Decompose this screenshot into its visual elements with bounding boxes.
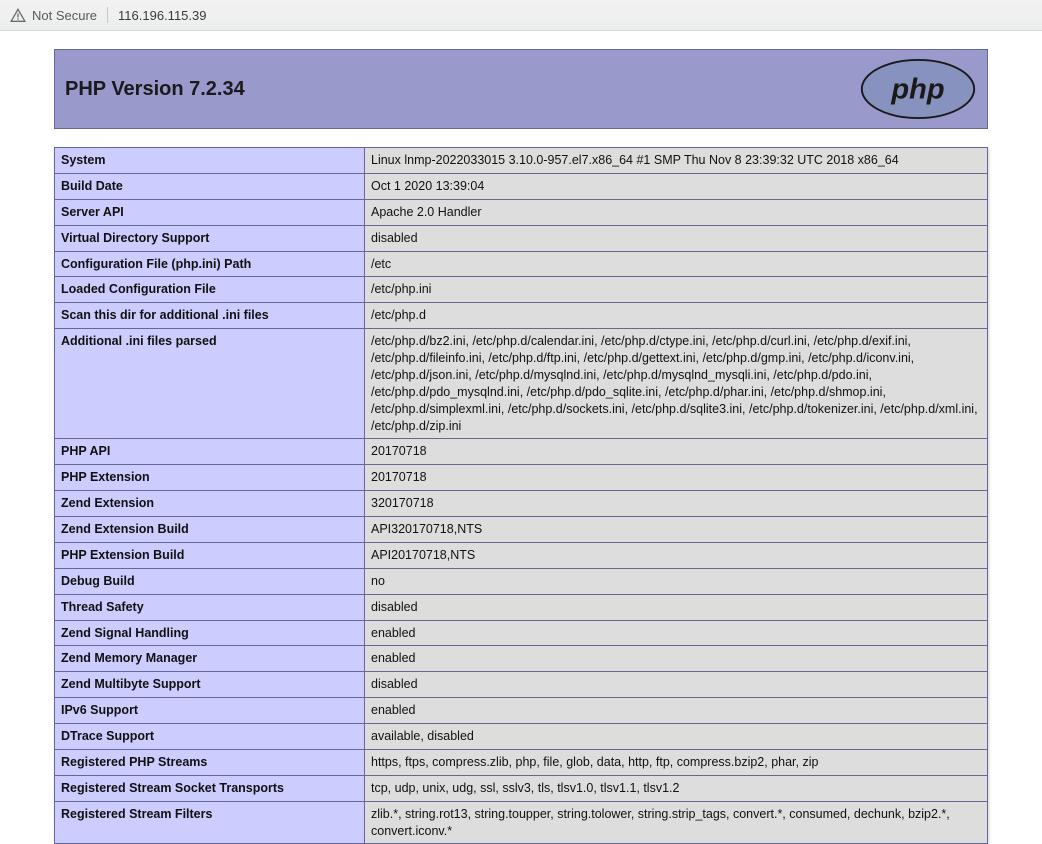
- info-value: /etc/php.ini: [365, 277, 988, 303]
- info-key: Zend Multibyte Support: [55, 672, 365, 698]
- info-key: Virtual Directory Support: [55, 225, 365, 251]
- table-row: PHP API20170718: [55, 439, 988, 465]
- info-key: PHP Extension Build: [55, 542, 365, 568]
- phpinfo-page: PHP Version 7.2.34 php SystemLinux lnmp-…: [54, 49, 988, 844]
- info-value: API20170718,NTS: [365, 542, 988, 568]
- browser-address-bar[interactable]: Not Secure 116.196.115.39: [0, 0, 1042, 31]
- info-key: Registered Stream Filters: [55, 801, 365, 844]
- info-value: zlib.*, string.rot13, string.toupper, st…: [365, 801, 988, 844]
- info-value: available, disabled: [365, 724, 988, 750]
- info-value: no: [365, 568, 988, 594]
- info-value: Oct 1 2020 13:39:04: [365, 173, 988, 199]
- info-key: Additional .ini files parsed: [55, 329, 365, 439]
- info-value: enabled: [365, 620, 988, 646]
- info-value: enabled: [365, 698, 988, 724]
- phpinfo-header: PHP Version 7.2.34 php: [54, 49, 988, 129]
- info-value: 20170718: [365, 465, 988, 491]
- info-value: enabled: [365, 646, 988, 672]
- table-row: Registered Stream Socket Transportstcp, …: [55, 775, 988, 801]
- info-value: disabled: [365, 594, 988, 620]
- info-key: Debug Build: [55, 568, 365, 594]
- security-label: Not Secure: [32, 8, 97, 23]
- info-key: System: [55, 148, 365, 174]
- info-key: Zend Extension: [55, 491, 365, 517]
- info-key: Zend Signal Handling: [55, 620, 365, 646]
- info-key: IPv6 Support: [55, 698, 365, 724]
- info-value: disabled: [365, 225, 988, 251]
- warning-icon: [10, 8, 26, 22]
- table-row: PHP Extension20170718: [55, 465, 988, 491]
- table-row: Build DateOct 1 2020 13:39:04: [55, 173, 988, 199]
- info-value: 20170718: [365, 439, 988, 465]
- info-key: Zend Extension Build: [55, 517, 365, 543]
- info-value: https, ftps, compress.zlib, php, file, g…: [365, 749, 988, 775]
- info-value: disabled: [365, 672, 988, 698]
- info-value: /etc/php.d/bz2.ini, /etc/php.d/calendar.…: [365, 329, 988, 439]
- info-value: 320170718: [365, 491, 988, 517]
- table-row: Loaded Configuration File/etc/php.ini: [55, 277, 988, 303]
- info-key: Server API: [55, 199, 365, 225]
- info-key: Configuration File (php.ini) Path: [55, 251, 365, 277]
- table-row: Zend Signal Handlingenabled: [55, 620, 988, 646]
- table-row: SystemLinux lnmp-2022033015 3.10.0-957.e…: [55, 148, 988, 174]
- table-row: Zend Multibyte Supportdisabled: [55, 672, 988, 698]
- table-row: Configuration File (php.ini) Path/etc: [55, 251, 988, 277]
- info-key: Scan this dir for additional .ini files: [55, 303, 365, 329]
- info-key: Thread Safety: [55, 594, 365, 620]
- table-row: DTrace Supportavailable, disabled: [55, 724, 988, 750]
- table-row: IPv6 Supportenabled: [55, 698, 988, 724]
- info-value: Apache 2.0 Handler: [365, 199, 988, 225]
- svg-text:php: php: [890, 74, 944, 106]
- info-key: PHP API: [55, 439, 365, 465]
- table-row: Server APIApache 2.0 Handler: [55, 199, 988, 225]
- table-row: Additional .ini files parsed/etc/php.d/b…: [55, 329, 988, 439]
- table-row: Zend Extension BuildAPI320170718,NTS: [55, 517, 988, 543]
- table-row: PHP Extension BuildAPI20170718,NTS: [55, 542, 988, 568]
- table-row: Virtual Directory Supportdisabled: [55, 225, 988, 251]
- table-row: Debug Buildno: [55, 568, 988, 594]
- table-row: Zend Memory Managerenabled: [55, 646, 988, 672]
- info-key: Build Date: [55, 173, 365, 199]
- info-value: /etc/php.d: [365, 303, 988, 329]
- info-value: Linux lnmp-2022033015 3.10.0-957.el7.x86…: [365, 148, 988, 174]
- table-row: Zend Extension320170718: [55, 491, 988, 517]
- table-row: Registered Stream Filterszlib.*, string.…: [55, 801, 988, 844]
- info-key: Zend Memory Manager: [55, 646, 365, 672]
- info-key: Loaded Configuration File: [55, 277, 365, 303]
- phpinfo-table: SystemLinux lnmp-2022033015 3.10.0-957.e…: [54, 147, 988, 844]
- info-key: Registered PHP Streams: [55, 749, 365, 775]
- table-row: Registered PHP Streamshttps, ftps, compr…: [55, 749, 988, 775]
- table-row: Thread Safetydisabled: [55, 594, 988, 620]
- info-key: Registered Stream Socket Transports: [55, 775, 365, 801]
- info-value: API320170718,NTS: [365, 517, 988, 543]
- page-title: PHP Version 7.2.34: [65, 78, 245, 101]
- address-text[interactable]: 116.196.115.39: [118, 8, 206, 23]
- address-separator: [107, 7, 108, 23]
- info-key: PHP Extension: [55, 465, 365, 491]
- php-logo: php: [859, 58, 977, 120]
- info-value: tcp, udp, unix, udg, ssl, sslv3, tls, tl…: [365, 775, 988, 801]
- info-key: DTrace Support: [55, 724, 365, 750]
- table-row: Scan this dir for additional .ini files/…: [55, 303, 988, 329]
- info-value: /etc: [365, 251, 988, 277]
